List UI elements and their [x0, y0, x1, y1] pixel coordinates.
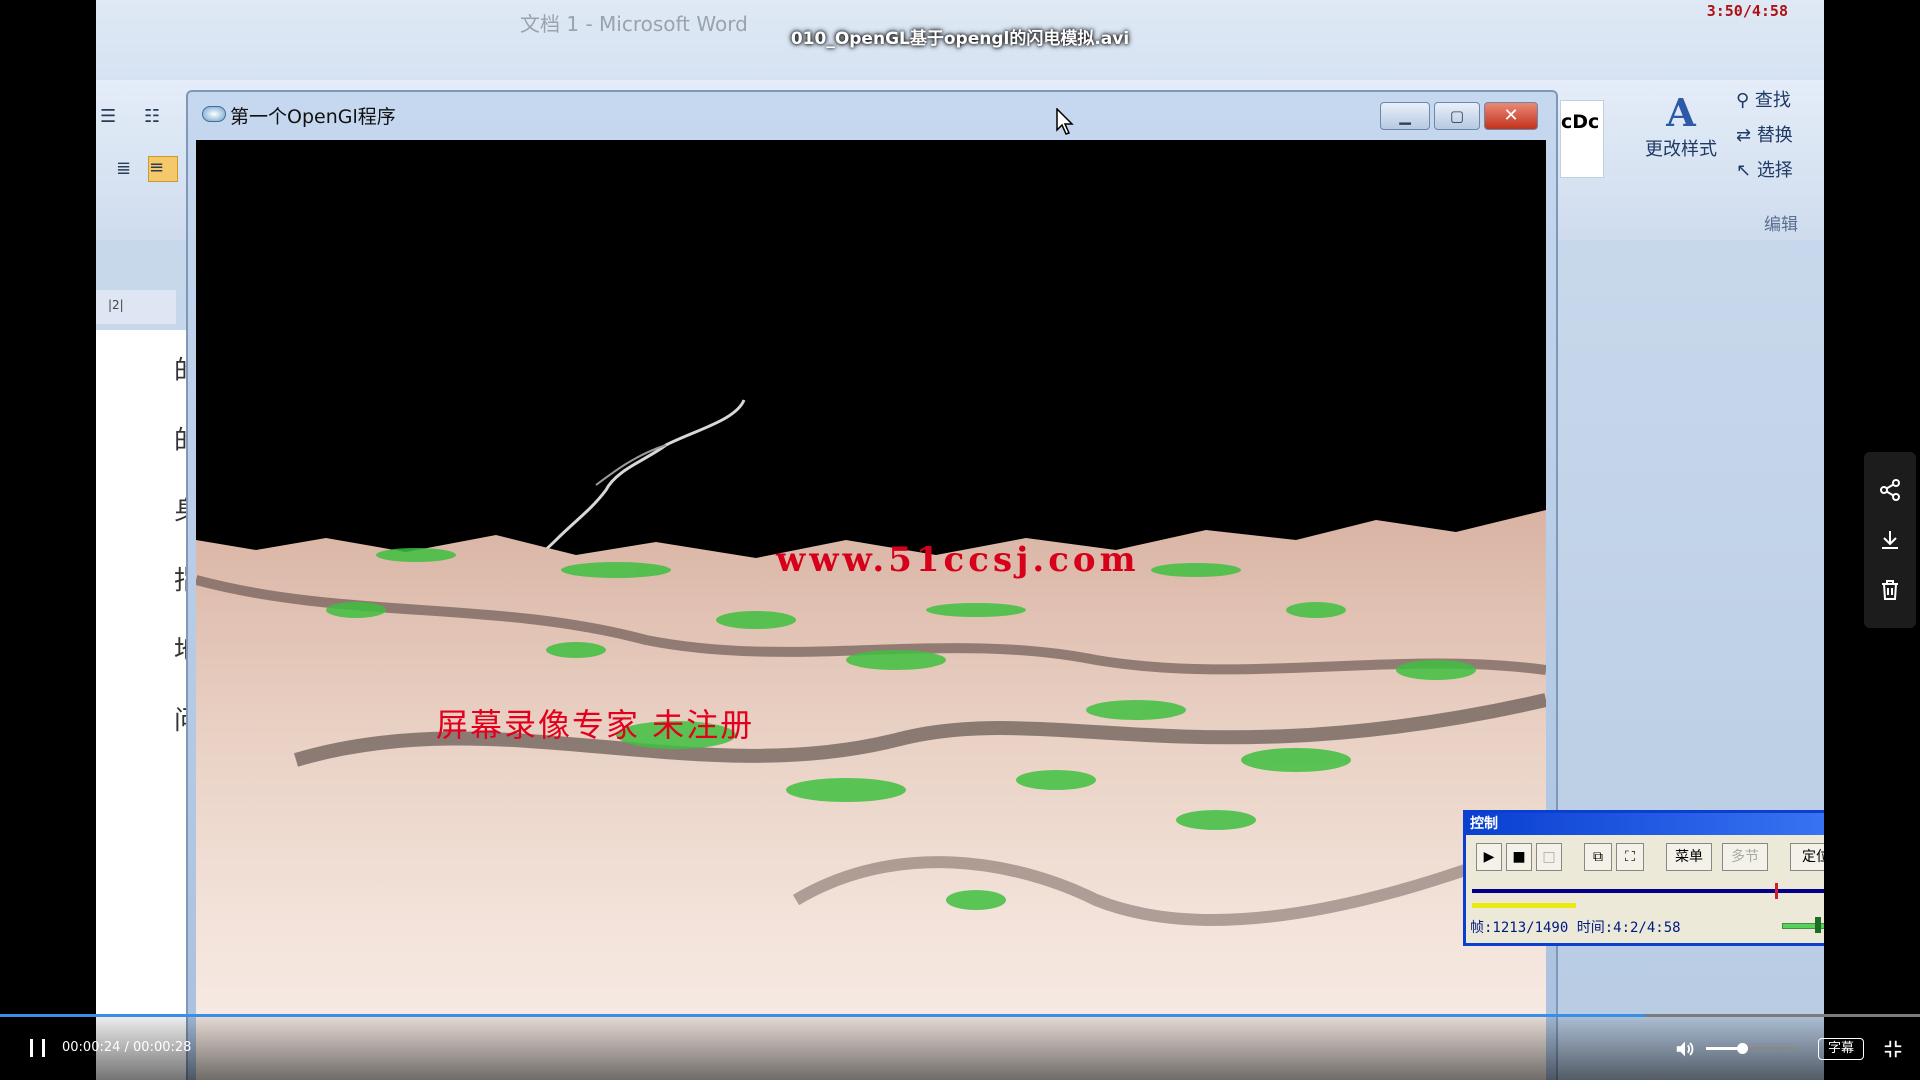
play-button[interactable]: ▶ [1476, 843, 1502, 871]
control-volume-knob[interactable] [1815, 917, 1821, 933]
styles-icon: A [1666, 90, 1696, 135]
opengl-canvas[interactable]: www.51ccsj.com 屏幕录像专家 未注册 [196, 140, 1546, 1080]
download-icon[interactable] [1878, 528, 1902, 552]
volume-knob[interactable] [1737, 1043, 1748, 1054]
app-icon [202, 106, 226, 122]
control-panel-title[interactable]: 控制 [1466, 813, 1824, 835]
video-title: 010_OpenGL基于opengl的闪电模拟.avi [790, 29, 1130, 49]
exit-fullscreen-icon[interactable] [1882, 1038, 1904, 1060]
window-icon: ⧉ [1593, 849, 1603, 865]
document-page: 的 的 身 指 地 问 [96, 330, 200, 1080]
minimize-icon: ▁ [1399, 107, 1411, 125]
justify-icon: ≡ [148, 156, 178, 182]
binoculars-icon: ⚲ [1736, 90, 1755, 111]
player-time: 00:00:24 / 00:00:28 [62, 1040, 192, 1055]
recording-time: 3:50/4:58 [1706, 2, 1788, 20]
bullet-list-icon: ☰ [100, 106, 117, 127]
opengl-titlebar[interactable]: 第一个OpenGl程序 ▁ ▢ ✕ [188, 92, 1556, 138]
fullscreen-button[interactable]: ⛶ [1616, 843, 1644, 871]
find-button[interactable]: ⚲ 查找 [1736, 86, 1824, 121]
subtitle-button[interactable]: 字幕 [1818, 1038, 1864, 1060]
watermark-unregistered: 屏幕录像专家 未注册 [436, 706, 755, 744]
close-button[interactable]: ✕ [1484, 102, 1538, 130]
maximize-button[interactable]: ▢ [1434, 102, 1480, 130]
menu-button[interactable]: 菜单 [1666, 843, 1712, 871]
pointer-icon: ↖ [1736, 160, 1757, 181]
change-styles-label: 更改样式 [1645, 139, 1717, 160]
ruler: |2| [96, 290, 176, 324]
stop-icon: ■ [1512, 849, 1526, 865]
replace-icon: ⇄ [1736, 125, 1757, 146]
terrain-scene [196, 399, 1546, 1080]
locate-button[interactable]: 定位 [1790, 843, 1824, 871]
multilevel-list-icon: ☷ [144, 106, 161, 127]
word-ribbon-left-group: ☰ ☷ ≣ ≡ [96, 100, 186, 230]
control-buffer-fill [1472, 903, 1577, 908]
mouse-cursor-icon [1056, 108, 1074, 135]
recorded-video-frame: 文档 1 - Microsoft Word 3:50/4:58 ☰ ☷ ≣ ≡ … [96, 0, 1824, 1080]
side-action-panel [1864, 452, 1916, 628]
change-styles-button[interactable]: A 更改样式 [1636, 90, 1726, 161]
window-mode-button[interactable]: ⧉ [1584, 843, 1612, 871]
recorder-control-panel: 控制 ✕ ▶ ■ □ ⧉ ⛶ 菜单 多节 定位 帧:1213/1490 时间:4… [1463, 810, 1824, 946]
edit-group: ⚲ 查找 ⇄ 替换 ↖ 选择 [1736, 86, 1824, 191]
play-icon: ▶ [1483, 849, 1495, 865]
control-seek-track[interactable] [1472, 889, 1824, 893]
player-control-bar [0, 1014, 1920, 1080]
record-icon: □ [1542, 849, 1556, 865]
minimize-button[interactable]: ▁ [1380, 102, 1430, 130]
align-right-icon: ≣ [116, 158, 132, 179]
edit-group-label: 编辑 [1764, 215, 1798, 235]
maximize-icon: ▢ [1449, 107, 1465, 125]
replace-button[interactable]: ⇄ 替换 [1736, 121, 1824, 156]
style-sample[interactable]: cDc [1560, 100, 1604, 178]
select-button[interactable]: ↖ 选择 [1736, 156, 1824, 191]
record-button[interactable]: □ [1536, 843, 1562, 871]
share-icon[interactable] [1878, 478, 1902, 502]
stop-button[interactable]: ■ [1506, 843, 1532, 871]
control-seek-thumb[interactable] [1774, 883, 1778, 899]
frame-time-info: 帧:1213/1490 时间:4:2/4:58 [1470, 920, 1681, 936]
player-progress-fill [0, 1014, 1646, 1017]
opengl-window-title: 第一个OpenGl程序 [230, 106, 396, 128]
section-button[interactable]: 多节 [1722, 843, 1768, 871]
pause-icon[interactable] [26, 1036, 50, 1060]
delete-icon[interactable] [1878, 578, 1902, 602]
volume-icon[interactable] [1674, 1038, 1696, 1060]
opengl-window: 第一个OpenGl程序 ▁ ▢ ✕ www.51ccsj.com 屏幕录像专家 … [186, 90, 1558, 1080]
close-icon: ✕ [1503, 105, 1519, 126]
watermark-url: www.51ccsj.com [776, 540, 1140, 580]
fullscreen-icon: ⛶ [1625, 849, 1635, 865]
